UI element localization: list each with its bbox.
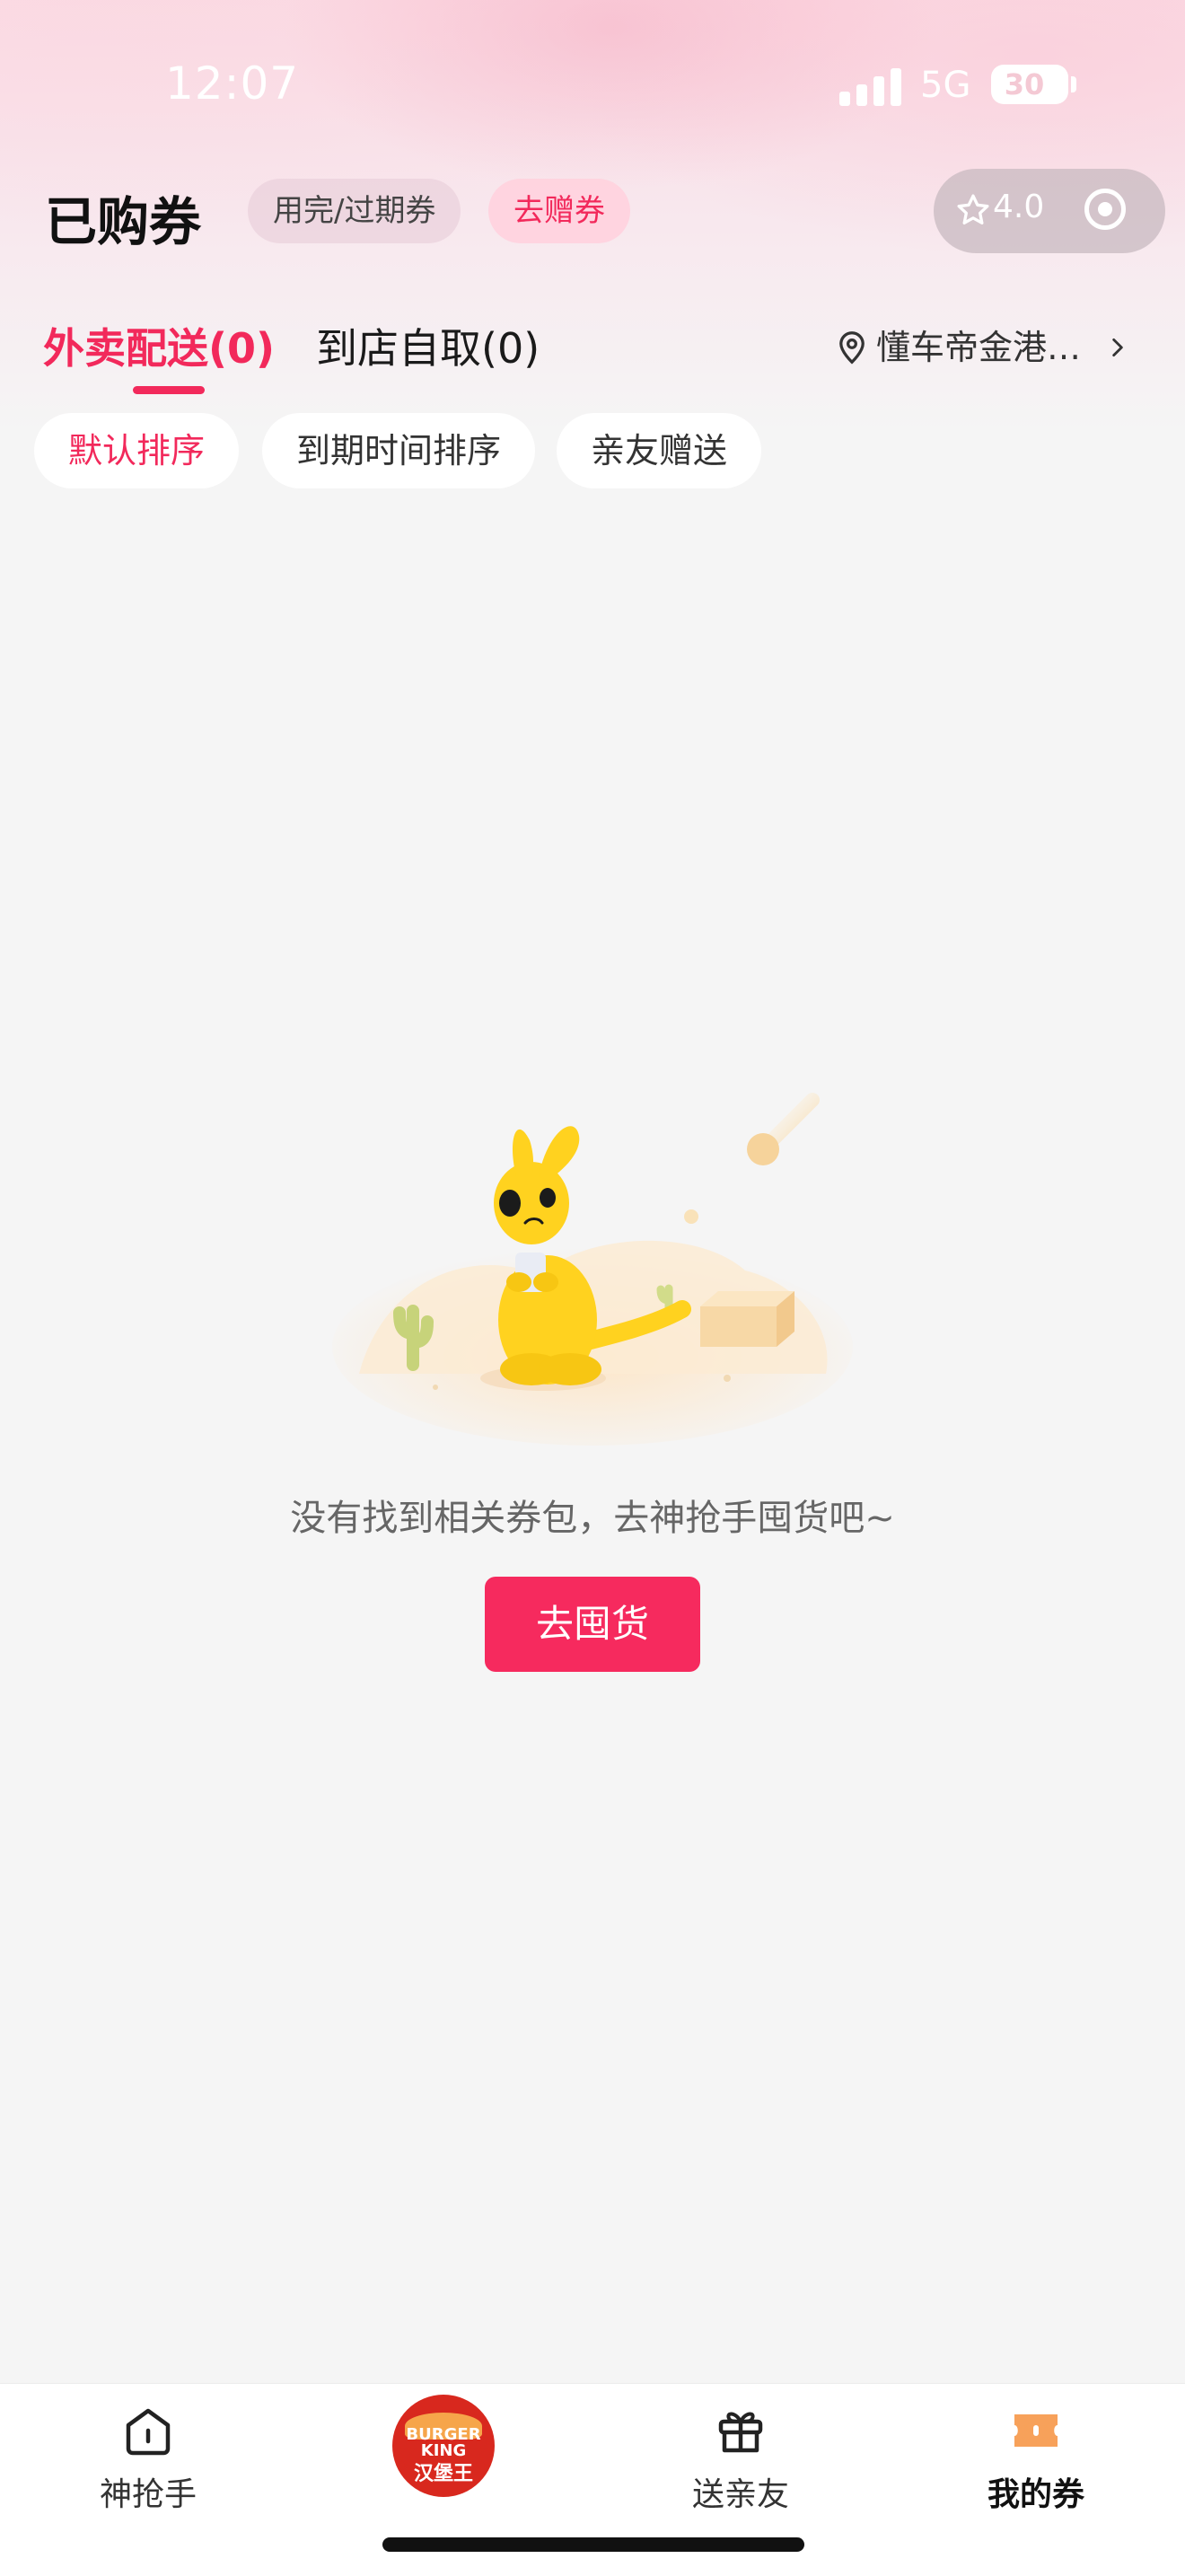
page-title: 已购券 bbox=[45, 191, 202, 252]
location-text: 懂车帝金港汽… bbox=[876, 328, 1092, 367]
nav-label-my-coupons: 我的券 bbox=[987, 2476, 1084, 2513]
active-tab-indicator bbox=[133, 386, 205, 394]
empty-state-message: 没有找到相关券包，去神抢手囤货吧~ bbox=[290, 1498, 895, 1539]
nav-item-home[interactable]: 神抢手 bbox=[49, 2384, 247, 2528]
star-icon[interactable] bbox=[955, 192, 991, 228]
chevron-right-icon bbox=[1112, 338, 1123, 357]
empty-state-illustration bbox=[332, 1093, 853, 1446]
nav-item-gift[interactable]: 送亲友 bbox=[642, 2384, 839, 2528]
battery-icon: 30 bbox=[991, 65, 1068, 104]
tab-delivery[interactable]: 外卖配送(0) bbox=[43, 316, 275, 375]
close-miniapp-icon[interactable] bbox=[1084, 189, 1126, 230]
miniapp-capsule[interactable]: 4.0 bbox=[934, 169, 1165, 253]
status-time: 12:07 bbox=[165, 57, 300, 110]
home-indicator bbox=[382, 2537, 804, 2552]
rating-value: 4.0 bbox=[993, 189, 1045, 225]
gift-icon bbox=[718, 2412, 763, 2453]
location-selector[interactable]: 懂车帝金港汽… bbox=[837, 325, 1133, 370]
location-pin-icon bbox=[839, 331, 865, 365]
nav-item-brand[interactable]: BURGER KING 汉堡王 bbox=[345, 2384, 542, 2528]
filter-gift-button[interactable]: 亲友赠送 bbox=[557, 413, 761, 488]
go-stock-up-button[interactable]: 去囤货 bbox=[485, 1577, 700, 1672]
sort-expiry-button[interactable]: 到期时间排序 bbox=[262, 413, 535, 488]
coupon-icon bbox=[1014, 2414, 1058, 2447]
tab-pickup[interactable]: 到店自取(0) bbox=[316, 316, 540, 375]
network-label: 5G bbox=[920, 65, 971, 106]
nav-label-home: 神抢手 bbox=[99, 2476, 197, 2513]
battery-tip bbox=[1071, 76, 1076, 92]
nav-label-gift: 送亲友 bbox=[691, 2476, 789, 2513]
burger-king-logo: BURGER KING 汉堡王 bbox=[392, 2395, 495, 2497]
battery-level: 30 bbox=[1004, 67, 1045, 101]
home-icon bbox=[126, 2408, 171, 2456]
sort-default-button[interactable]: 默认排序 bbox=[34, 413, 239, 488]
gift-coupons-button[interactable]: 去赠券 bbox=[488, 179, 630, 243]
logo-text-cn: 汉堡王 bbox=[413, 2463, 473, 2485]
nav-item-my-coupons[interactable]: 我的券 bbox=[937, 2384, 1135, 2528]
signal-icon bbox=[839, 66, 902, 106]
expired-coupons-button[interactable]: 用完/过期券 bbox=[248, 179, 461, 243]
